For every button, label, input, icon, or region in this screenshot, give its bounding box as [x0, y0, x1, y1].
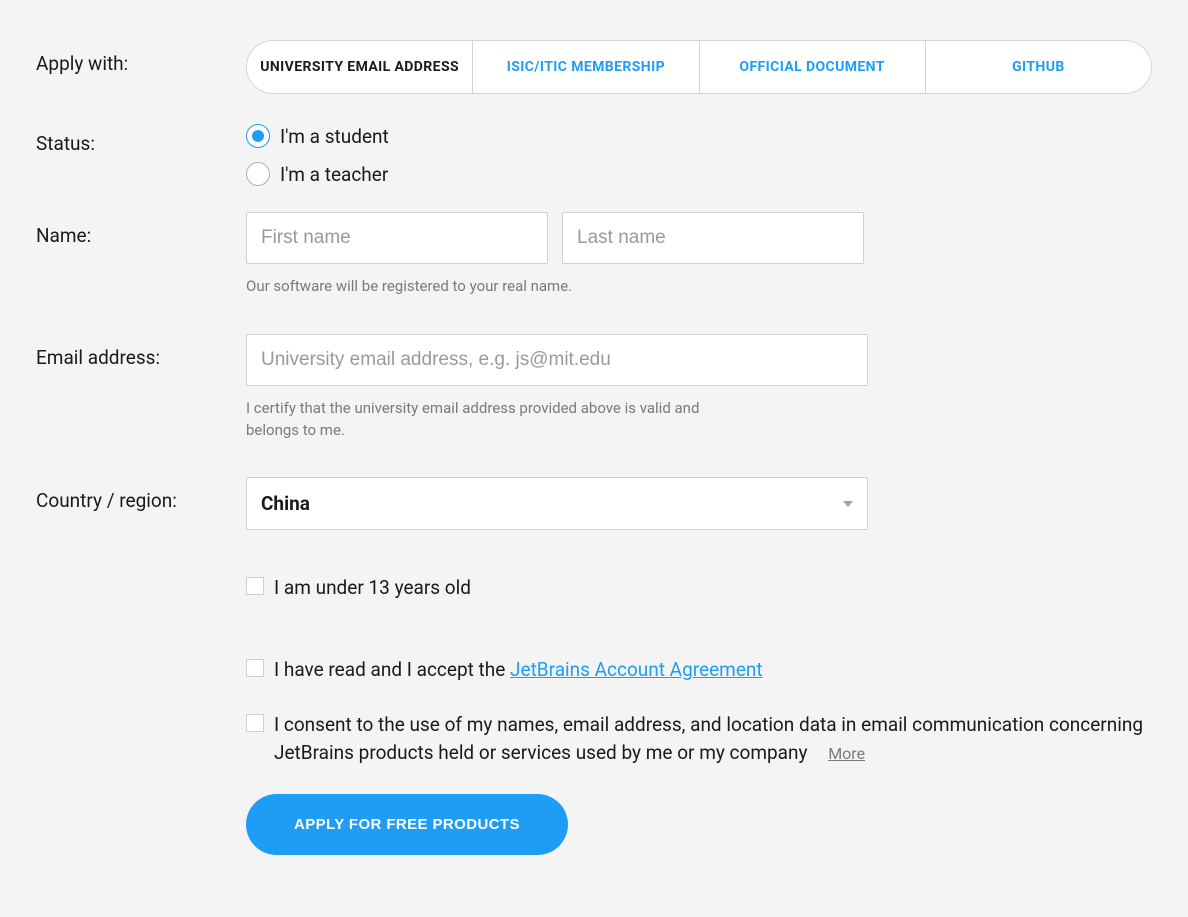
chevron-down-icon [843, 501, 853, 507]
checkbox-under13[interactable] [246, 577, 264, 595]
name-label: Name: [36, 212, 246, 247]
checkbox-agreement-label: I have read and I accept the JetBrains A… [274, 656, 763, 684]
consent-text: I consent to the use of my names, email … [274, 713, 1143, 764]
more-link[interactable]: More [828, 744, 865, 763]
agreement-link[interactable]: JetBrains Account Agreement [510, 658, 763, 681]
email-input[interactable] [246, 334, 868, 386]
checkbox-consent-row[interactable]: I consent to the use of my names, email … [246, 711, 1152, 766]
name-helper: Our software will be registered to your … [246, 276, 736, 298]
radio-student[interactable]: I'm a student [246, 124, 1152, 148]
name-row: Name: Our software will be registered to… [36, 212, 1152, 298]
radio-student-dot[interactable] [246, 124, 270, 148]
apply-with-tabs-container: UNIVERSITY EMAIL ADDRESS ISIC/ITIC MEMBE… [246, 40, 1152, 94]
email-row: Email address: I certify that the univer… [36, 334, 1152, 442]
status-row: Status: I'm a student I'm a teacher [36, 120, 1152, 186]
country-selected-value: China [261, 492, 310, 515]
tab-github[interactable]: GITHUB [926, 41, 1151, 93]
apply-tabs: UNIVERSITY EMAIL ADDRESS ISIC/ITIC MEMBE… [246, 40, 1152, 94]
checkbox-consent[interactable] [246, 714, 264, 732]
country-select-wrap: China [246, 477, 868, 530]
country-control: China [246, 477, 1152, 530]
status-radio-group: I'm a student I'm a teacher [246, 120, 1152, 186]
first-name-input[interactable] [246, 212, 548, 264]
name-control: Our software will be registered to your … [246, 212, 1152, 298]
radio-teacher[interactable]: I'm a teacher [246, 162, 1152, 186]
apply-button[interactable]: APPLY FOR FREE PRODUCTS [246, 794, 568, 855]
tab-official-document[interactable]: OFFICIAL DOCUMENT [700, 41, 926, 93]
country-select[interactable]: China [246, 477, 868, 530]
radio-teacher-label: I'm a teacher [280, 163, 388, 186]
apply-with-label: Apply with: [36, 40, 246, 75]
email-helper: I certify that the university email addr… [246, 398, 736, 442]
checkbox-under13-row[interactable]: I am under 13 years old [246, 574, 1152, 602]
name-inputs [246, 212, 1152, 264]
radio-teacher-dot[interactable] [246, 162, 270, 186]
country-label: Country / region: [36, 477, 246, 512]
submit-wrap: APPLY FOR FREE PRODUCTS [246, 794, 1152, 855]
tab-university-email[interactable]: UNIVERSITY EMAIL ADDRESS [247, 41, 473, 93]
status-label: Status: [36, 120, 246, 155]
last-name-input[interactable] [562, 212, 864, 264]
email-label: Email address: [36, 334, 246, 369]
checkbox-agreement-row[interactable]: I have read and I accept the JetBrains A… [246, 656, 1152, 684]
agreement-prefix: I have read and I accept the [274, 658, 510, 681]
email-control: I certify that the university email addr… [246, 334, 1152, 442]
checkbox-under13-label: I am under 13 years old [274, 574, 471, 602]
tab-isic-itic[interactable]: ISIC/ITIC MEMBERSHIP [473, 41, 699, 93]
radio-student-label: I'm a student [280, 125, 389, 148]
apply-with-row: Apply with: UNIVERSITY EMAIL ADDRESS ISI… [36, 40, 1152, 94]
country-row: Country / region: China [36, 477, 1152, 530]
checkbox-consent-label: I consent to the use of my names, email … [274, 711, 1152, 766]
checkbox-agreement[interactable] [246, 659, 264, 677]
